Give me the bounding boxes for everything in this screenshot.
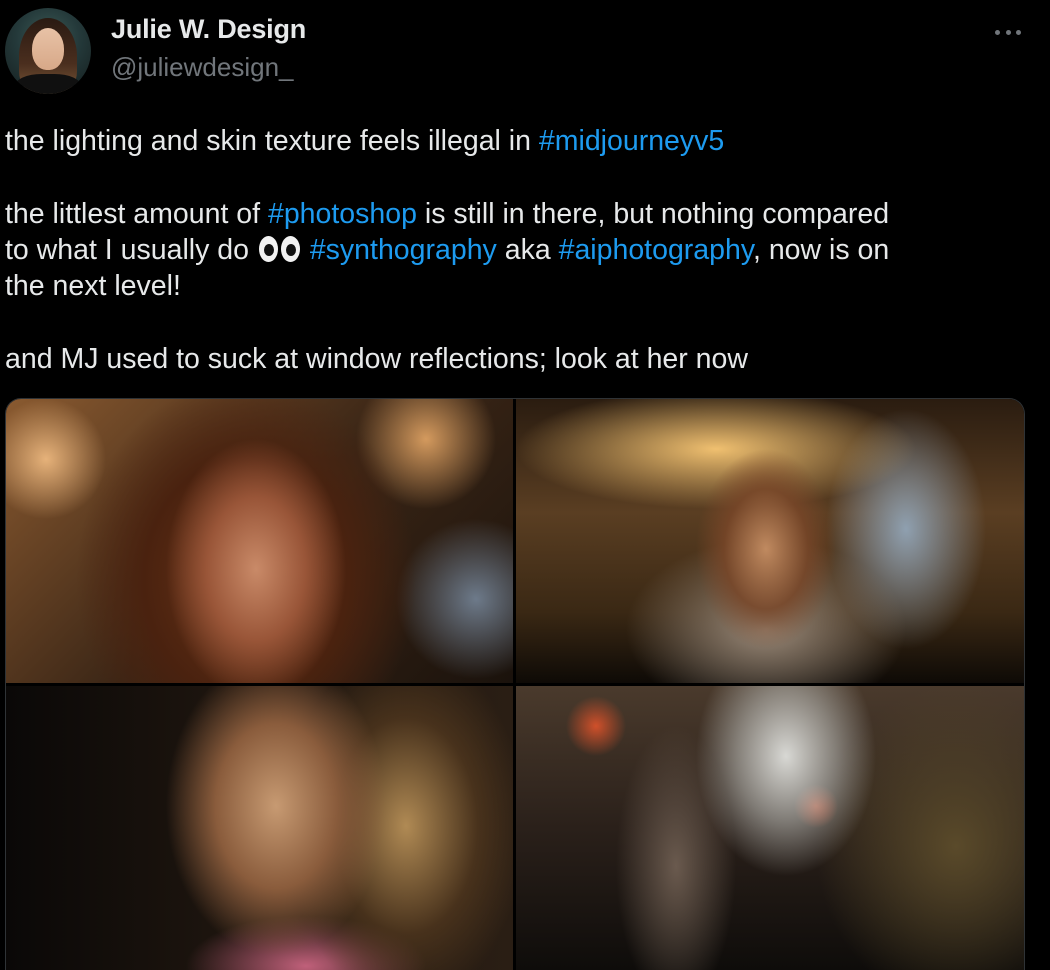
- tweet-text-line-1: the lighting and skin texture feels ille…: [5, 123, 1040, 159]
- tweet-text-line-3: to what I usually do #synthography aka #…: [5, 232, 1040, 268]
- photo-florist-at-work[interactable]: [516, 686, 1024, 970]
- avatar-face: [32, 28, 64, 70]
- tweet-text: and MJ used to suck at window reflection…: [5, 343, 748, 375]
- hashtag-aiphotography[interactable]: #aiphotography: [559, 234, 753, 266]
- user-handle[interactable]: @juliewdesign_: [111, 52, 294, 83]
- dot: [1005, 29, 1011, 35]
- photo-portrait-closeup[interactable]: [6, 686, 513, 970]
- photo-window-reflection-bakery[interactable]: [516, 399, 1024, 683]
- hashtag-photoshop[interactable]: #photoshop: [268, 198, 417, 230]
- tweet: Julie W. Design @juliewdesign_ the light…: [0, 0, 1050, 970]
- eye: [258, 236, 278, 262]
- display-name[interactable]: Julie W. Design: [111, 14, 306, 45]
- eye: [280, 236, 300, 262]
- tweet-text: , now is on: [752, 234, 890, 266]
- avatar[interactable]: [5, 8, 91, 94]
- media-grid: [5, 398, 1025, 970]
- tweet-text-line-4: the next level!: [5, 268, 1040, 304]
- tweet-text: the lighting and skin texture feels ille…: [5, 125, 539, 157]
- tweet-text-line-5: and MJ used to suck at window reflection…: [5, 341, 1040, 377]
- photo-portrait-curly-hair[interactable]: [6, 399, 513, 683]
- tweet-text: aka: [496, 234, 559, 266]
- tweet-text-line-2: the littlest amount of #photoshop is sti…: [5, 196, 1040, 232]
- dot: [995, 29, 1000, 35]
- tweet-text: is still in there, but nothing compared: [416, 198, 890, 230]
- tweet-text: the littlest amount of: [5, 198, 268, 230]
- eyes-emoji-icon: [258, 236, 300, 262]
- tweet-text: the next level!: [5, 270, 181, 302]
- hashtag-midjourneyv5[interactable]: #midjourneyv5: [539, 125, 724, 157]
- dot: [1016, 29, 1021, 35]
- avatar-shirt: [15, 74, 81, 94]
- more-options-icon[interactable]: [990, 20, 1026, 44]
- hashtag-synthography[interactable]: #synthography: [310, 234, 497, 266]
- tweet-text: to what I usually do: [5, 234, 257, 266]
